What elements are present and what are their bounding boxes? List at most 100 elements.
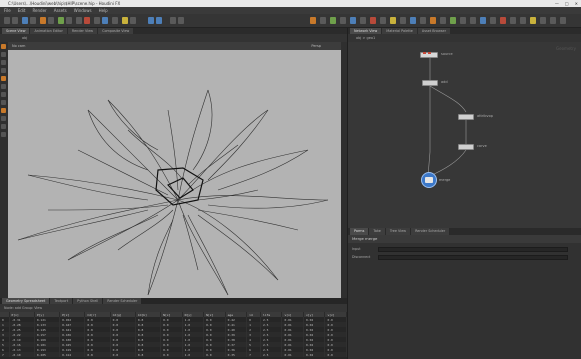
3d-viewport[interactable] (8, 50, 341, 298)
shelf-tool-icon[interactable] (122, 17, 128, 24)
shelf-tool-icon[interactable] (112, 17, 118, 24)
brush-tool-icon[interactable] (1, 108, 6, 113)
shelf-tool-icon[interactable] (76, 17, 82, 24)
network-path-bar[interactable]: obj > geo1 (348, 34, 581, 42)
menu-item-windows[interactable]: Windows (74, 7, 92, 14)
table-cell: 0.01 (281, 352, 304, 357)
path-bar[interactable]: obj (0, 34, 347, 42)
maximize-icon[interactable]: □ (565, 0, 569, 7)
tab-take[interactable]: Take (369, 228, 385, 235)
table-cell: 7 (0, 352, 10, 357)
measure-tool-icon[interactable] (1, 116, 6, 121)
tool-strip (0, 42, 8, 298)
network-editor[interactable]: Geometry source add attribvop carve merg… (348, 42, 581, 228)
snap-tool-icon[interactable] (1, 100, 6, 105)
shelf-tool-icon[interactable] (320, 17, 326, 24)
shelf-tool-icon[interactable] (470, 17, 476, 24)
menu-item-help[interactable]: Help (99, 7, 108, 14)
shelf-tool-icon[interactable] (22, 17, 28, 24)
node-attribvop[interactable] (458, 114, 474, 120)
menu-item-file[interactable]: File (4, 7, 11, 14)
shelf-tool-icon[interactable] (102, 17, 108, 24)
shelf-tool-icon[interactable] (540, 17, 546, 24)
shelf-tool-icon[interactable] (66, 17, 72, 24)
param-label: Disconnect (352, 255, 371, 259)
shelf-tool-icon[interactable] (390, 17, 396, 24)
shelf-tool-icon[interactable] (550, 17, 556, 24)
move-tool-icon[interactable] (1, 52, 6, 57)
select-tool-icon[interactable] (1, 44, 6, 49)
shelf-tool-icon[interactable] (480, 17, 486, 24)
shelf-tool-icon[interactable] (460, 17, 466, 24)
handle-tool-icon[interactable] (1, 76, 6, 81)
shelf-tool-icon[interactable] (490, 17, 496, 24)
shelf-tool-icon[interactable] (520, 17, 526, 24)
shelf-tool-icon[interactable] (430, 17, 436, 24)
shelf-tool-icon[interactable] (560, 17, 566, 24)
shelf-tool-icon[interactable] (370, 17, 376, 24)
shelf-tool-icon[interactable] (420, 17, 426, 24)
scale-tool-icon[interactable] (1, 68, 6, 73)
shelf-tool-icon[interactable] (350, 17, 356, 24)
viewport-toolbar: No cam Persp (8, 42, 341, 50)
rotate-tool-icon[interactable] (1, 60, 6, 65)
houdini-window: C:\Users\...\Houdini\web\hip\$HIP\scene.… (0, 0, 581, 359)
scene-view-pane: Scene View Animation Editor Render View … (0, 28, 347, 298)
light-tool-icon[interactable] (1, 132, 6, 137)
shelf-tool-icon[interactable] (156, 17, 162, 24)
close-icon[interactable]: ✕ (575, 0, 578, 7)
shelf-tool-icon[interactable] (30, 17, 36, 24)
table-row[interactable]: 7 -0.10 0.205 0.414 0.8 0.8 0.8 0.0 1.0 0.0 0.35 7 2… (0, 352, 347, 357)
shelf-tool-icon[interactable] (12, 17, 18, 24)
shelf-tool-icon[interactable] (440, 17, 446, 24)
shelf-tool-icon[interactable] (510, 17, 516, 24)
view-tool-icon[interactable] (1, 84, 6, 89)
node-merge[interactable] (421, 172, 437, 188)
right-pane: Network View Material Palette Asset Brow… (347, 28, 581, 359)
tab-parms[interactable]: Parms (350, 228, 369, 235)
node-add[interactable] (422, 80, 438, 86)
pose-tool-icon[interactable] (1, 92, 6, 97)
shelf-tool-icon[interactable] (450, 17, 456, 24)
window-title: C:\Users\...\Houdini\web\hip\$HIP\scene.… (8, 1, 121, 6)
param-input-field[interactable] (378, 247, 568, 252)
shelf-tool-icon[interactable] (84, 17, 90, 24)
shelf-tool-icon[interactable] (310, 17, 316, 24)
minimize-icon[interactable]: — (555, 0, 559, 7)
viewport-persp-label[interactable]: Persp (311, 42, 321, 50)
window-controls: — □ ✕ (555, 0, 578, 7)
shelf-tool-icon[interactable] (58, 17, 64, 24)
shelf-tool-icon[interactable] (40, 17, 46, 24)
tab-tree-view[interactable]: Tree View (385, 228, 411, 235)
node-label: merge (439, 178, 451, 182)
shelf-tool-icon[interactable] (380, 17, 386, 24)
shelf-tool-icon[interactable] (410, 17, 416, 24)
spreadsheet-node-label[interactable]: Node: add Group: View (4, 306, 42, 310)
tab-render-scheduler[interactable]: Render Scheduler (411, 228, 450, 235)
shelf-tool-icon[interactable] (330, 17, 336, 24)
shelf-tool-icon[interactable] (130, 17, 136, 24)
shelf-tool-icon[interactable] (360, 17, 366, 24)
table-cell: 7 (246, 352, 261, 357)
shelf-tool-icon[interactable] (400, 17, 406, 24)
shelf-tool-icon[interactable] (530, 17, 536, 24)
camera-tool-icon[interactable] (1, 124, 6, 129)
shelf-tool-icon[interactable] (170, 17, 176, 24)
spreadsheet-grid[interactable]: P[x] P[y] P[z] Cd[r] Cd[g] Cd[b] N[x] N[y] N[z] a… (0, 312, 347, 359)
table-cell: 0.8 (84, 352, 111, 357)
viewport-camera-label[interactable]: No cam (12, 44, 25, 48)
shelf-tool-icon[interactable] (500, 17, 506, 24)
shelf-tool-icon[interactable] (4, 17, 10, 24)
param-input-field[interactable] (378, 255, 568, 260)
param-label: Input (352, 247, 361, 251)
shelf-tool-icon[interactable] (148, 17, 154, 24)
shelf-tool-icon[interactable] (178, 17, 184, 24)
menu-item-edit[interactable]: Edit (18, 7, 26, 14)
shelf-tool-icon[interactable] (340, 17, 346, 24)
menu-item-assets[interactable]: Assets (54, 7, 67, 14)
menu-item-render[interactable]: Render (32, 7, 46, 14)
shelf-tool-icon[interactable] (94, 17, 100, 24)
node-carve[interactable] (458, 144, 474, 150)
node-source[interactable] (420, 52, 438, 58)
shelf-tool-icon[interactable] (48, 17, 54, 24)
